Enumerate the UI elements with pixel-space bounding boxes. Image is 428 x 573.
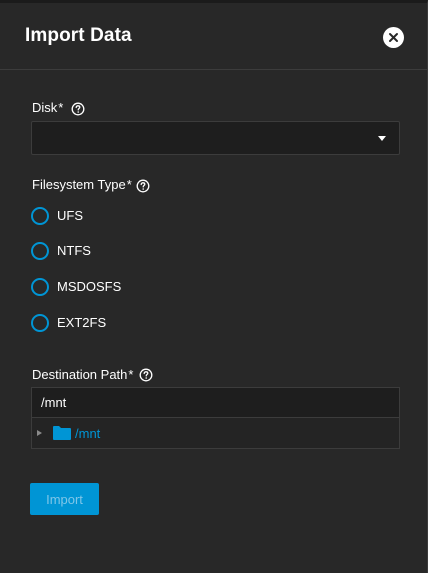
tree-node-label[interactable]: /mnt — [75, 426, 100, 441]
destination-path-input[interactable] — [31, 387, 400, 417]
directory-tree: /mnt — [31, 417, 400, 449]
dropdown-arrow-icon — [378, 136, 386, 141]
close-button[interactable] — [383, 27, 404, 48]
filesystem-label: Filesystem Type* — [32, 177, 132, 192]
dialog-title: Import Data — [25, 25, 132, 46]
disk-label: Disk* — [32, 100, 63, 115]
destination-label-text: Destination Path — [32, 367, 128, 382]
expand-arrow-icon[interactable] — [37, 430, 42, 436]
filesystem-required-mark: * — [126, 177, 132, 192]
destination-required-mark: * — [128, 367, 134, 382]
radio-label: EXT2FS — [57, 315, 107, 330]
dialog-header: Import Data — [0, 3, 427, 70]
filesystem-help-icon[interactable] — [136, 179, 150, 193]
radio-label: UFS — [57, 208, 83, 223]
folder-icon — [53, 426, 71, 440]
import-data-dialog: Import Data Disk* Filesystem Type* UFS N… — [0, 0, 428, 573]
radio-button[interactable] — [31, 278, 49, 296]
radio-label: MSDOSFS — [57, 279, 122, 294]
disk-label-text: Disk — [32, 100, 58, 115]
disk-required-mark: * — [58, 100, 64, 115]
radio-button[interactable] — [31, 242, 49, 260]
disk-help-icon[interactable] — [71, 102, 85, 116]
close-icon — [389, 33, 398, 42]
disk-select[interactable] — [31, 121, 400, 155]
radio-button[interactable] — [31, 314, 49, 332]
destination-label: Destination Path* — [32, 367, 133, 382]
import-button[interactable]: Import — [30, 483, 99, 515]
filesystem-label-text: Filesystem Type — [32, 177, 126, 192]
destination-help-icon[interactable] — [139, 368, 153, 382]
radio-label: NTFS — [57, 243, 91, 258]
radio-button[interactable] — [31, 207, 49, 225]
